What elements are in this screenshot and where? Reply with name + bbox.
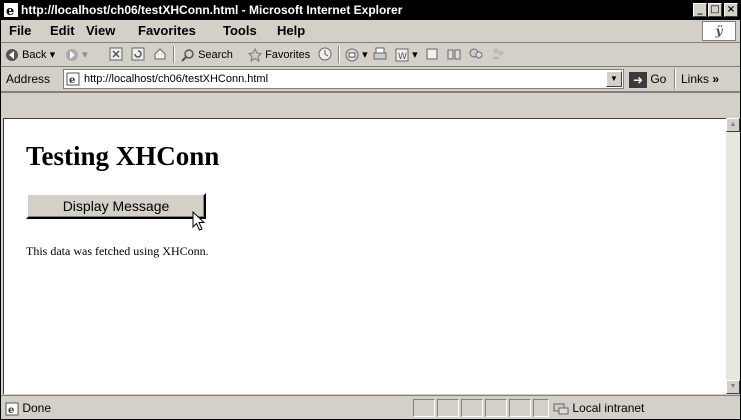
- favorites-label: Favorites: [265, 49, 311, 61]
- status-done-label: Done: [22, 401, 52, 415]
- scroll-up-button[interactable]: ▲: [726, 118, 740, 132]
- go-label: Go: [650, 72, 667, 86]
- display-message-button[interactable]: Display Message: [26, 193, 206, 219]
- close-button[interactable]: ×: [724, 3, 738, 17]
- svg-text:W: W: [398, 52, 407, 62]
- windows-logo-icon: ÿ: [702, 21, 736, 41]
- search-icon: [181, 49, 194, 62]
- back-button[interactable]: Back ▾: [5, 47, 55, 63]
- discuss-icon[interactable]: [425, 47, 439, 61]
- page-icon: e: [66, 72, 80, 86]
- standard-toolbar: Back ▾ ▾ Search Favorites ▾ W ▾: [1, 43, 740, 67]
- address-field[interactable]: e ▼: [63, 69, 624, 89]
- address-input[interactable]: [84, 71, 594, 87]
- security-zone: Local intranet: [553, 399, 644, 417]
- mail-button[interactable]: ▾: [345, 47, 368, 63]
- status-pane: [461, 399, 483, 417]
- window-title: http://localhost/ch06/testXHConn.html - …: [21, 3, 403, 17]
- links-label: Links: [681, 72, 710, 86]
- menu-bar: File Edit View Favorites Tools Help ÿ: [1, 20, 740, 43]
- messenger-icon[interactable]: [469, 47, 483, 61]
- menu-tools[interactable]: Tools: [223, 23, 257, 38]
- edit-button[interactable]: W ▾: [395, 47, 418, 63]
- favorites-button[interactable]: Favorites: [248, 47, 310, 63]
- toolbar-separator: [338, 46, 340, 63]
- page-done-icon: e: [5, 402, 19, 416]
- zone-label: Local intranet: [572, 401, 645, 415]
- back-label: Back: [22, 49, 47, 61]
- links-button[interactable]: Links »: [681, 72, 719, 86]
- search-label: Search: [198, 49, 233, 61]
- menu-file[interactable]: File: [9, 23, 31, 38]
- home-icon[interactable]: [153, 47, 167, 61]
- browser-window: e http://localhost/ch06/testXHConn.html …: [0, 0, 741, 420]
- go-button[interactable]: ➜ Go: [629, 70, 666, 88]
- status-pane: [437, 399, 459, 417]
- mail-icon: [345, 48, 359, 62]
- forward-button[interactable]: ▾: [65, 47, 88, 63]
- stop-icon[interactable]: [109, 47, 123, 61]
- refresh-icon[interactable]: [131, 47, 145, 61]
- go-arrow-icon: ➜: [629, 71, 647, 88]
- mail-dropdown-icon[interactable]: ▾: [362, 49, 368, 61]
- status-bar: e Done Local intranet: [1, 395, 740, 419]
- maximize-button[interactable]: □: [708, 3, 722, 17]
- fetched-message: This data was fetched using XHConn.: [26, 244, 209, 258]
- status-text: e Done: [5, 399, 51, 417]
- page-content: Testing XHConn Display Message This data…: [3, 118, 726, 394]
- toolbar-separator: [173, 46, 175, 63]
- status-pane: [485, 399, 507, 417]
- search-button[interactable]: Search: [181, 47, 233, 63]
- address-dropdown-button[interactable]: ▼: [606, 71, 622, 87]
- status-pane: [533, 399, 549, 417]
- status-pane: [509, 399, 531, 417]
- forward-icon: [66, 49, 78, 62]
- page-heading: Testing XHConn: [26, 141, 220, 171]
- svg-text:e: e: [8, 405, 14, 416]
- favorites-icon: [248, 48, 262, 63]
- svg-text:e: e: [69, 75, 75, 86]
- vertical-scrollbar[interactable]: ▲ ▼: [726, 118, 740, 394]
- scroll-down-button[interactable]: ▼: [726, 380, 740, 394]
- menu-favorites[interactable]: Favorites: [138, 23, 196, 38]
- forward-dropdown-icon[interactable]: ▾: [82, 49, 88, 61]
- research-icon[interactable]: [447, 47, 461, 61]
- menu-edit[interactable]: Edit: [50, 23, 75, 38]
- history-icon[interactable]: [318, 47, 332, 61]
- links-chevron-icon: »: [712, 72, 720, 86]
- mouse-cursor-icon: [192, 211, 206, 231]
- edit-icon: W: [395, 48, 409, 62]
- title-bar: e http://localhost/ch06/testXHConn.html …: [1, 1, 740, 20]
- people-icon[interactable]: [491, 47, 505, 61]
- address-bar: Address e ▼ ➜ Go Links »: [1, 67, 740, 93]
- minimize-button[interactable]: _: [693, 3, 707, 17]
- address-label: Address: [6, 72, 51, 86]
- status-pane: [413, 399, 435, 417]
- back-icon: [6, 49, 18, 62]
- svg-text:e: e: [6, 4, 14, 17]
- intranet-zone-icon: [553, 403, 569, 415]
- back-dropdown-icon[interactable]: ▾: [50, 49, 56, 61]
- menu-help[interactable]: Help: [277, 23, 305, 38]
- print-icon[interactable]: [373, 47, 387, 61]
- menu-view[interactable]: View: [86, 23, 115, 38]
- edit-dropdown-icon[interactable]: ▾: [412, 49, 418, 61]
- ie-logo-icon: e: [4, 3, 18, 17]
- links-separator: [674, 69, 676, 89]
